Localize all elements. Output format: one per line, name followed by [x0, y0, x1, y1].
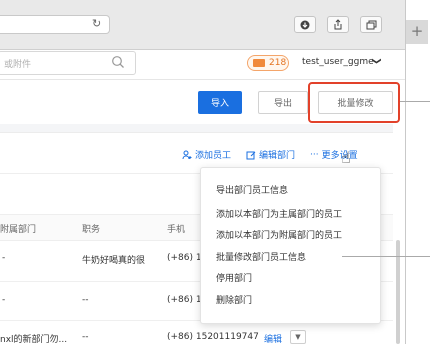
edit-row-link[interactable]: 编辑	[264, 332, 282, 345]
mail-count: 218	[269, 58, 287, 68]
edit-icon	[246, 151, 256, 159]
edit-department-link[interactable]: 编辑部门	[246, 148, 295, 161]
reload-icon[interactable]: ↻	[92, 17, 101, 30]
menu-item-delete-dept[interactable]: 删除部门	[216, 293, 252, 306]
share-icon[interactable]	[327, 16, 349, 33]
edit-department-label: 编辑部门	[259, 151, 296, 161]
annotation-pointer	[342, 256, 430, 257]
column-header-phone: 手机	[167, 225, 186, 235]
menu-item-batch-edit-employees[interactable]: 批量修改部门员工信息	[216, 250, 306, 263]
chevron-down-icon[interactable]: ▼	[290, 330, 306, 344]
column-header-title: 职务	[82, 225, 101, 235]
table-cell: (+86) 15201119747	[167, 332, 259, 342]
table-cell: 牛奶好喝真的很	[82, 256, 146, 266]
new-tab-button[interactable]: +	[406, 20, 428, 44]
more-settings-label: 更多设置	[321, 151, 358, 161]
import-button[interactable]: 导入	[198, 91, 242, 114]
chevron-down-icon[interactable]: ❯	[371, 57, 381, 65]
window-edge	[405, 0, 430, 344]
annotation-highlight	[308, 82, 400, 123]
mail-badge[interactable]: 218	[247, 55, 289, 71]
more-dots-icon: ···	[310, 149, 319, 160]
menu-item-disable-dept[interactable]: 停用部门	[216, 271, 252, 284]
add-employee-link[interactable]: 添加员工	[182, 148, 231, 161]
hand-cursor-icon: ☝	[341, 148, 351, 167]
table-cell: -	[2, 253, 6, 263]
section-gap	[0, 124, 393, 132]
table-cell: --	[82, 295, 89, 305]
table-cell: nxl的新部门勿...	[0, 335, 68, 345]
menu-item-add-primary-employee[interactable]: 添加以本部门为主属部门的员工	[216, 207, 342, 220]
mail-icon	[253, 59, 265, 67]
table-cell: --	[82, 332, 89, 342]
annotation-pointer	[400, 101, 430, 102]
table-cell: -	[2, 295, 6, 305]
export-button[interactable]: 导出	[258, 91, 308, 114]
panel-divider	[0, 132, 393, 133]
add-employee-label: 添加员工	[195, 151, 232, 161]
user-name[interactable]: test_user_ggme	[302, 57, 374, 67]
menu-item-add-secondary-employee[interactable]: 添加以本部门为附属部门的员工	[216, 228, 342, 241]
menu-item-export-dept-info[interactable]: 导出部门员工信息	[216, 183, 288, 196]
download-icon[interactable]	[294, 16, 316, 33]
header-divider	[0, 79, 405, 80]
tabs-icon[interactable]	[360, 16, 382, 33]
add-user-icon	[182, 150, 192, 159]
search-icon[interactable]	[111, 55, 125, 69]
column-header-dept: 附属部门	[0, 225, 37, 235]
search-placeholder: 或附件	[4, 60, 32, 70]
